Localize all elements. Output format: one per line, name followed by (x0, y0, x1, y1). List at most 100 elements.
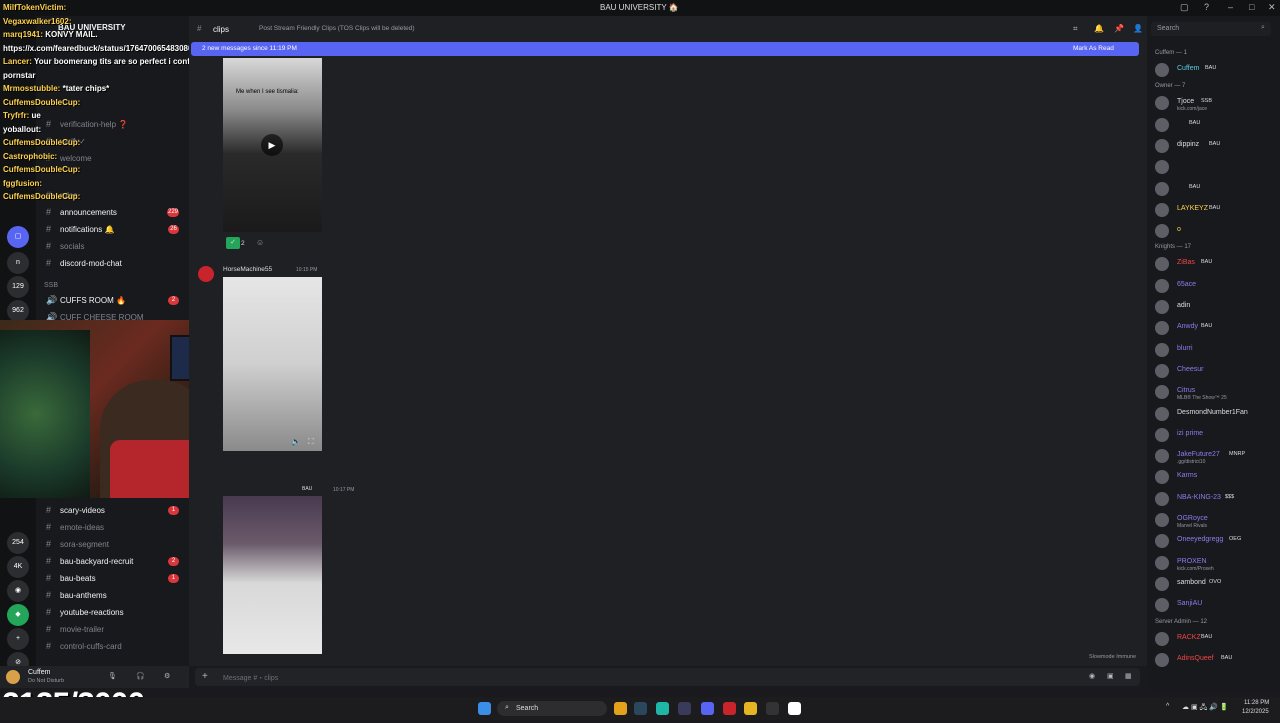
member-item[interactable]: RACKZ BAU (1155, 629, 1280, 649)
pin-icon[interactable]: 📌 (1114, 24, 1124, 33)
member-item[interactable]: izi prime (1155, 425, 1280, 445)
member-item[interactable]: Cuffem BAU (1155, 60, 1280, 80)
member-item[interactable]: o (1155, 221, 1280, 241)
server-icon[interactable]: 129 (7, 276, 29, 298)
app-icon[interactable] (788, 702, 801, 715)
member-item[interactable]: DesmondNumber1Fan (1155, 404, 1280, 424)
steam-icon[interactable] (634, 702, 647, 715)
start-icon[interactable] (478, 702, 491, 715)
settings-gear-icon[interactable]: ⚙ (164, 672, 170, 680)
member-item[interactable]: sambond OVO (1155, 574, 1280, 594)
channel-item[interactable]: # verification-help ❓ (36, 116, 189, 133)
channel-item[interactable]: # youtube-reactions (36, 604, 189, 621)
add-attachment-icon[interactable]: + (202, 671, 208, 682)
member-item[interactable] (1155, 157, 1280, 177)
member-item[interactable]: AdinsQueef BAU (1155, 650, 1280, 670)
gif-icon[interactable]: ▣ (1107, 672, 1114, 680)
app-icon[interactable] (678, 702, 691, 715)
channel-item[interactable]: # bau-backyard-recruit 2 (36, 553, 189, 570)
play-icon[interactable]: ▶ (261, 134, 283, 156)
video-attachment[interactable]: 🔈 ⛶ (223, 277, 322, 451)
app-icon[interactable] (723, 702, 736, 715)
server-icon[interactable]: 254 (7, 532, 29, 554)
avatar[interactable] (198, 266, 214, 282)
voice-channel[interactable]: 🔊 CUFFS ROOM 🔥 2 (36, 292, 189, 309)
member-item[interactable]: Citrus MLB® The Show™ 25 (1155, 382, 1280, 402)
member-list-icon[interactable]: 👤 (1133, 24, 1143, 33)
minimize-icon[interactable]: – (1228, 2, 1233, 12)
microphone-icon[interactable]: 🎙 (108, 672, 117, 680)
server-icon[interactable]: ▢ (7, 226, 29, 248)
channel-item[interactable]: # bau-beats 1 (36, 570, 189, 587)
member-item[interactable]: OGRoyce Marvel Rivals (1155, 510, 1280, 530)
member-item[interactable]: blurri (1155, 340, 1280, 360)
tray-icons[interactable]: ☁ ▣ 🖧 🔊 🔋 (1182, 703, 1229, 714)
app-icon[interactable] (656, 702, 669, 715)
member-item[interactable]: adin (1155, 297, 1280, 317)
headphones-icon[interactable]: 🎧 (136, 672, 145, 680)
message-author[interactable]: HorseMachine55 (223, 266, 272, 273)
member-item[interactable]: SanjiAU (1155, 595, 1280, 615)
server-icon[interactable]: ◉ (7, 580, 29, 602)
member-item[interactable]: Tjoce SSB kick.com/jace (1155, 93, 1280, 113)
channel-item[interactable]: # socials (36, 238, 189, 255)
member-item[interactable]: JakeFuture27 MNRP .gg/district10 (1155, 446, 1280, 466)
member-item[interactable]: BAU (1155, 179, 1280, 199)
add-reaction-icon[interactable]: ☺ (256, 238, 264, 247)
taskbar-search[interactable]: ⌕ Search (497, 701, 607, 716)
member-item[interactable]: 65ace (1155, 276, 1280, 296)
channel-item[interactable]: # announcements 229 (36, 204, 189, 221)
maximize-icon[interactable]: □ (1249, 2, 1254, 12)
discord-icon[interactable] (701, 702, 714, 715)
help-icon[interactable]: ? (1204, 2, 1209, 12)
clock-date[interactable]: 12/2/2025 (1242, 709, 1269, 715)
member-item[interactable]: BAU (1155, 115, 1280, 135)
member-item[interactable]: ZiBas BAU (1155, 254, 1280, 274)
server-icon[interactable]: n (7, 252, 29, 274)
member-item[interactable]: Oneeyedgregg OEG (1155, 531, 1280, 551)
apps-icon[interactable]: ◉ (1089, 672, 1095, 680)
server-icon[interactable]: ◆ (7, 604, 29, 626)
volume-icon[interactable]: 🔈 (291, 437, 301, 446)
video-attachment[interactable] (223, 496, 322, 654)
bell-icon[interactable]: 🔔 (1094, 24, 1104, 33)
server-icon[interactable]: 4K (7, 556, 29, 578)
member-item[interactable]: dippinz BAU (1155, 136, 1280, 156)
tray-chevron-icon[interactable]: ^ (1166, 703, 1169, 710)
video-attachment[interactable]: Me when I see tismalia: ▶ (223, 58, 322, 232)
member-item[interactable]: Cheesur (1155, 361, 1280, 381)
channel-item[interactable]: # control-cuffs-card (36, 638, 189, 655)
avatar[interactable] (6, 670, 20, 684)
search-input[interactable]: Search ⌕ (1151, 22, 1271, 36)
fullscreen-icon[interactable]: ⛶ (308, 437, 314, 447)
member-item[interactable]: Karms (1155, 467, 1280, 487)
channel-item[interactable]: # movie-trailer (36, 621, 189, 638)
mark-as-read-button[interactable]: Mark As Read (1073, 45, 1114, 52)
threads-icon[interactable]: ⌗ (1073, 24, 1078, 34)
member-item[interactable]: NBA-KING-23 $$$ (1155, 489, 1280, 509)
clock-time[interactable]: 11:28 PM (1244, 700, 1269, 706)
channel-item[interactable]: # scary-videos 1 (36, 502, 189, 519)
member-item[interactable]: LAYKEYZ BAU (1155, 200, 1280, 220)
channel-item[interactable]: # sora-segment (36, 536, 189, 553)
member-item[interactable]: Anwdy BAU (1155, 318, 1280, 338)
message-composer[interactable]: + Message #・clips ◉ ▣ ▦ (195, 668, 1140, 686)
member-item[interactable]: PROXEN kick.com/Proxeh (1155, 553, 1280, 573)
message-input[interactable]: Message #・clips (223, 673, 278, 683)
close-icon[interactable]: ✕ (1268, 2, 1276, 13)
channel-item[interactable]: # bau-anthems (36, 587, 189, 604)
inbox-icon[interactable]: ▢ (1180, 2, 1189, 13)
terminal-icon[interactable] (766, 702, 779, 715)
channel-item[interactable]: # emote-ideas (36, 519, 189, 536)
folder-icon[interactable] (744, 702, 757, 715)
check-reaction-icon[interactable]: ✓ (226, 237, 240, 249)
channel-item[interactable]: # discord-mod-chat (36, 255, 189, 272)
new-messages-banner[interactable]: 2 new messages since 11:19 PM Mark As Re… (191, 42, 1139, 56)
chrome-icon[interactable] (614, 702, 627, 715)
sticker-icon[interactable]: ▦ (1125, 672, 1132, 680)
channel-item[interactable]: # notifications 🔔 26 (36, 221, 189, 238)
voice-category[interactable]: SSB (44, 282, 58, 289)
add-server-icon[interactable]: + (7, 628, 29, 650)
channel-topic[interactable]: Post Stream Friendly Clips (TOS Clips wi… (259, 25, 415, 32)
server-icon[interactable]: 962 (7, 300, 29, 322)
